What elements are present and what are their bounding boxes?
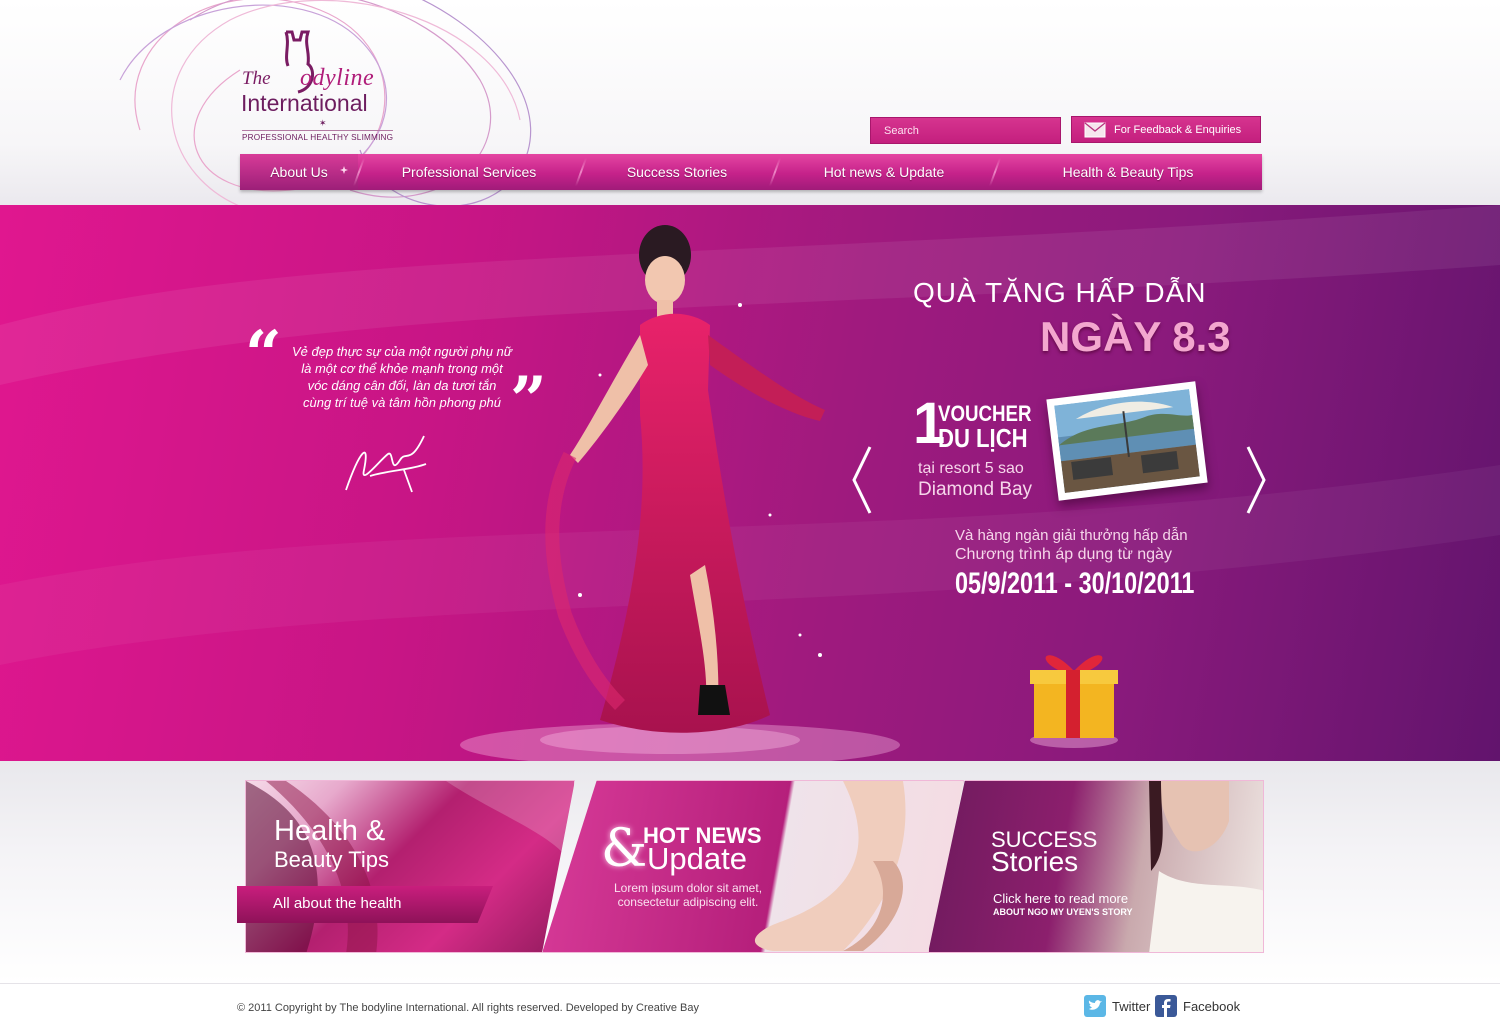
nav-label: Health & Beauty Tips [1062,164,1194,180]
tile-health-subtitle: Beauty Tips [274,847,389,872]
nav-label: Professional Services [401,164,537,180]
logo-star-icon: ✶ [319,118,327,128]
nav-success-stories[interactable]: Success Stories [580,154,774,190]
feature-tiles-area: Health & Beauty Tips & HOT NEWS Update L… [0,761,1500,983]
quote-block: “ Vẻ đẹp thực sự của một người phụ nữ là… [245,323,555,433]
site-logo[interactable]: The odyline International ✶ PROFESSIONAL… [240,30,410,145]
promo-period-label: Chương trình áp dụng từ ngày [955,546,1172,563]
logo-tagline: PROFESSIONAL HEALTHY SLIMMING [242,130,394,142]
tile-news-subtitle: Update [647,841,747,876]
woman-portrait-image [1149,781,1263,952]
health-ribbon-label: All about the health [273,895,402,912]
signature-image [345,435,427,493]
open-quote-icon: “ [245,317,282,392]
main-navigation: About Us Professional Services Success S… [240,154,1262,190]
promo-subtitle: Và hàng ngàn giải thưởng hấp dẫn [955,527,1188,544]
site-footer: © 2011 Copyright by The bodyline Interna… [0,983,1500,1030]
resort-photo-image [1054,389,1200,493]
nav-professional-services[interactable]: Professional Services [358,154,580,190]
promo-banner: “ Vẻ đẹp thực sự của một người phụ nữ là… [0,205,1500,761]
sparkle-icon [340,166,348,174]
copyright-text: © 2011 Copyright by The bodyline Interna… [237,1002,700,1014]
feedback-label: For Feedback & Enquiries [1114,123,1242,136]
promo-title: QUÀ TĂNG HẤP DẪN [913,277,1207,308]
nav-label: Hot news & Update [823,164,945,180]
quote-text: Vẻ đẹp thực sự của một người phụ nữ là m… [287,343,517,411]
slider-next-arrow-icon[interactable] [1246,445,1268,515]
logo-the: The [242,68,271,89]
nav-about-us[interactable]: About Us [240,154,358,190]
nav-health-beauty-tips[interactable]: Health & Beauty Tips [994,154,1262,190]
logo-bodyline: odyline [300,65,375,91]
logo-international: International [241,90,368,116]
voucher-line2: DU LỊCH [938,423,1028,453]
promo-date-range: 05/9/2011 - 30/10/2011 [955,567,1195,600]
gift-box-icon[interactable] [1028,640,1120,748]
envelope-icon [1084,122,1106,138]
quote-line: là một cơ thể khỏe mạnh trong một [301,361,503,376]
nav-label: Success Stories [626,164,728,180]
twitter-link[interactable]: Twitter [1084,995,1150,1017]
tile-stories-subtitle: Stories [991,846,1079,877]
tile-stories-about: ABOUT NGO MY UYEN'S STORY [993,907,1133,917]
voucher-resort: tại resort 5 sao [918,460,1024,477]
twitter-label: Twitter [1112,998,1151,1014]
tile-news-ampersand: & [601,819,648,879]
health-ribbon[interactable]: All about the health [237,886,493,923]
facebook-label: Facebook [1183,998,1241,1014]
slider-prev-arrow-icon[interactable] [850,445,872,515]
site-header: The odyline International ✶ PROFESSIONAL… [0,0,1500,205]
quote-line: cùng trí tuệ và tâm hồn phong phú [302,395,502,410]
search-box [870,117,1061,144]
resort-photo-card [1046,381,1208,501]
feedback-button[interactable]: For Feedback & Enquiries [1071,116,1261,143]
quote-line: Vẻ đẹp thực sự của một người phụ nữ [291,344,513,359]
facebook-link[interactable]: Facebook [1155,995,1240,1017]
quote-line: vóc dáng cân đối, làn da tươi tắn [307,378,497,393]
tile-news-description: Lorem ipsum dolor sit amet, consectetur … [613,881,763,909]
promo-day: NGÀY 8.3 [1040,313,1231,360]
tile-health-title: Health & [274,815,386,847]
tile-stories-link[interactable]: Click here to read more [993,891,1128,906]
search-input[interactable] [871,118,1060,143]
facebook-icon [1155,995,1177,1017]
nav-label: About Us [270,164,328,180]
tile-success-stories[interactable]: SUCCESS Stories Click here to read more … [928,780,1264,953]
tile-hot-news[interactable]: & HOT NEWS Update Lorem ipsum dolor sit … [542,780,964,953]
twitter-icon [1084,995,1106,1017]
tile-health-beauty[interactable]: Health & Beauty Tips [245,780,575,953]
nav-hot-news[interactable]: Hot news & Update [774,154,994,190]
voucher-place: Diamond Bay [918,479,1033,500]
model-in-red-dress-image [540,225,825,754]
